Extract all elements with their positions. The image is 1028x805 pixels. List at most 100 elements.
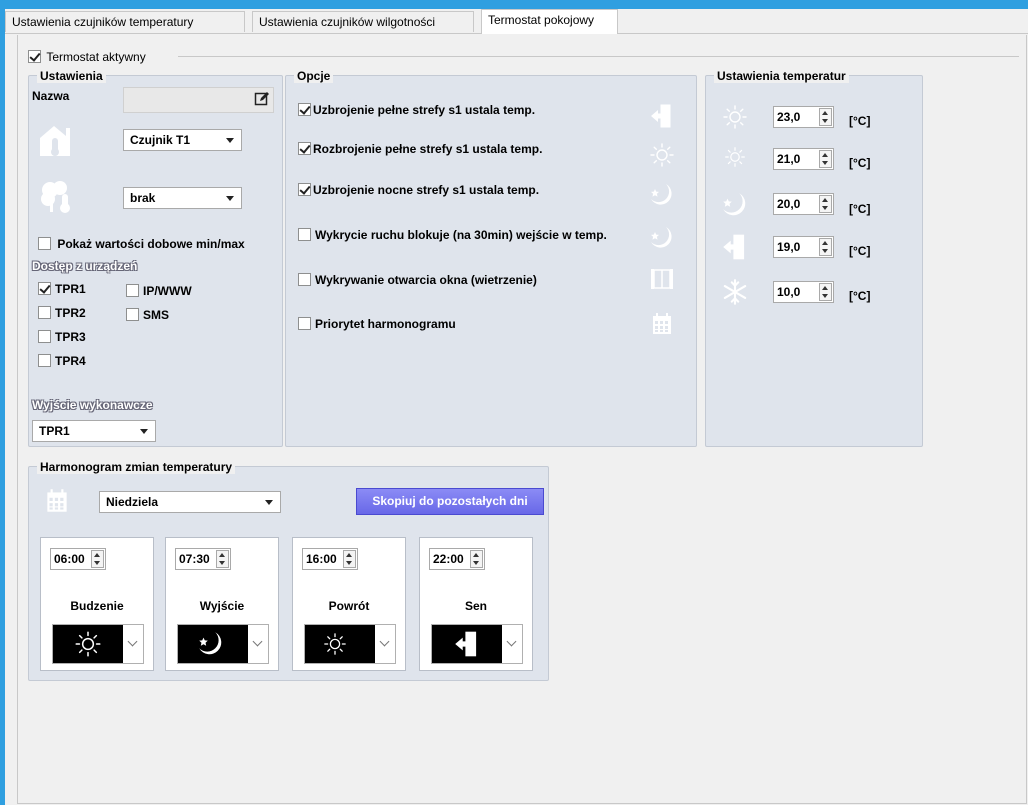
spinner-buttons[interactable] [91,550,104,568]
show-minmax-checkbox[interactable] [38,237,51,251]
spinner-buttons[interactable] [819,283,832,301]
options-group: Opcje Uzbrojenie pełne strefy s1 ustala … [285,69,697,447]
option-4-checkbox[interactable] [298,228,311,242]
access-ipwww-checkbox[interactable] [126,284,139,298]
option-1-checkbox[interactable] [298,103,311,117]
tab-humidity-sensors[interactable]: Ustawienia czujników wilgotności [252,11,474,32]
slot-4-icon-select[interactable] [431,624,523,664]
calendar-icon [47,489,67,512]
option-row-1[interactable]: Uzbrojenie pełne strefy s1 ustala temp. [298,102,535,117]
moon-star-icon [723,193,746,216]
temp-day-spinner[interactable]: 23,0 [773,106,834,128]
option-6-checkbox[interactable] [298,317,311,331]
option-3-label: Uzbrojenie nocne strefy s1 ustala temp. [313,182,540,197]
access-ipwww[interactable]: IP/WWW [126,283,192,298]
thermostat-active-row[interactable]: Termostat aktywny [28,49,146,64]
access-tpr3-checkbox[interactable] [38,330,51,344]
option-5-checkbox[interactable] [298,273,311,287]
output-dropdown[interactable]: TPR1 [32,420,156,442]
tab-room-thermostat[interactable]: Termostat pokojowy [481,9,618,34]
option-row-4[interactable]: Wykrycie ruchu blokuje (na 30min) wejści… [298,227,607,242]
spinner-buttons[interactable] [819,238,832,256]
slot-3-time[interactable]: 16:00 [302,548,358,570]
temp-away-spinner[interactable]: 19,0 [773,236,834,258]
option-3-checkbox[interactable] [298,183,311,197]
spinner-buttons[interactable] [819,150,832,168]
access-tpr2-checkbox[interactable] [38,306,51,320]
option-row-3[interactable]: Uzbrojenie nocne strefy s1 ustala temp. [298,182,539,197]
spinner-buttons[interactable] [470,550,483,568]
slot-4-icon-preview [432,625,502,663]
slot-4-label: Sen [464,599,487,613]
chevron-down-icon [140,429,148,434]
tab-temperature-sensors[interactable]: Ustawienia czujników temperatury [5,11,245,32]
spinner-buttons[interactable] [819,108,832,126]
temperatures-group: Ustawienia temperatur 23,0 [°C] 21,0 [°C… [705,69,923,447]
options-title: Opcje [294,69,334,83]
temp-night-spinner[interactable]: 20,0 [773,193,834,215]
spinner-buttons[interactable] [216,550,229,568]
spinner-buttons[interactable] [819,195,832,213]
slot-1-time[interactable]: 06:00 [50,548,106,570]
access-tpr3[interactable]: TPR3 [38,329,86,344]
access-sms[interactable]: SMS [126,307,169,322]
access-tpr2-label: TPR2 [55,305,86,320]
thermostat-active-checkbox[interactable] [28,50,41,64]
sun-small-icon [324,633,346,655]
access-ipwww-label: IP/WWW [143,283,192,298]
temp-unit: [°C] [849,289,871,303]
temp-unit: [°C] [849,244,871,258]
option-6-label: Priorytet harmonogramu [315,316,456,331]
slot-3-icon-preview [305,625,375,663]
chevron-down-icon [252,636,263,647]
settings-group: Ustawienia Nazwa Czujnik T1 brak Pokaż w… [28,69,283,447]
sun-icon [650,143,674,167]
copy-to-other-days-button[interactable]: Skopiuj do pozostałych dni [356,488,544,515]
door-exit-icon [722,234,745,260]
option-2-checkbox[interactable] [298,142,311,156]
snowflake-icon [723,279,747,305]
spinner-buttons[interactable] [343,550,356,568]
name-field[interactable] [123,87,274,113]
show-minmax-row[interactable]: Pokaż wartości dobowe min/max [38,236,245,251]
name-label: Nazwa [32,89,70,103]
option-row-6[interactable]: Priorytet harmonogramu [298,316,456,331]
day-dropdown[interactable]: Niedziela [99,491,281,513]
sensor2-dropdown[interactable]: brak [123,187,242,209]
access-tpr4[interactable]: TPR4 [38,353,86,368]
slot-2-time[interactable]: 07:30 [175,548,231,570]
temp-comfort-spinner[interactable]: 21,0 [773,148,834,170]
option-row-2[interactable]: Rozbrojenie pełne strefy s1 ustala temp. [298,141,542,156]
slot-2-label: Wyjście [199,599,245,613]
schedule-slot-3: 16:00 Powrót [292,537,406,671]
slot-1-label: Budzenie [70,599,124,613]
access-tpr3-label: TPR3 [55,329,86,344]
edit-icon[interactable] [254,91,270,107]
temp-unit: [°C] [849,156,871,170]
schedule-group: Harmonogram zmian temperatury Niedziela … [28,460,549,681]
slot-2-icon-select[interactable] [177,624,269,664]
sensor1-dropdown[interactable]: Czujnik T1 [123,129,242,151]
slot-1-icon-select[interactable] [52,624,144,664]
moon-star-icon [199,632,222,655]
access-tpr4-label: TPR4 [55,353,86,368]
sun-large-icon [723,105,747,129]
access-tpr1[interactable]: TPR1 [38,281,86,296]
window: Ustawienia czujników temperatury Ustawie… [5,9,1028,805]
access-tpr2[interactable]: TPR2 [38,305,86,320]
access-title: Dostęp z urządzeń [32,259,138,273]
room-thermostat-panel: Termostat aktywny Ustawienia Nazwa Czujn… [17,35,1027,804]
thermostat-active-label: Termostat aktywny [46,49,146,64]
option-5-label: Wykrywanie otwarcia okna (wietrzenie) [315,272,537,287]
output-title: Wyjście wykonawcze [32,398,153,412]
slot-3-icon-select[interactable] [304,624,396,664]
temp-frost-spinner[interactable]: 10,0 [773,281,834,303]
access-tpr1-checkbox[interactable] [38,282,51,296]
chevron-down-icon [127,636,138,647]
access-sms-checkbox[interactable] [126,308,139,322]
temp-unit: [°C] [849,114,871,128]
access-tpr4-checkbox[interactable] [38,354,51,368]
option-row-5[interactable]: Wykrywanie otwarcia okna (wietrzenie) [298,272,537,287]
schedule-slot-1: 06:00 Budzenie [40,537,154,671]
slot-4-time[interactable]: 22:00 [429,548,485,570]
